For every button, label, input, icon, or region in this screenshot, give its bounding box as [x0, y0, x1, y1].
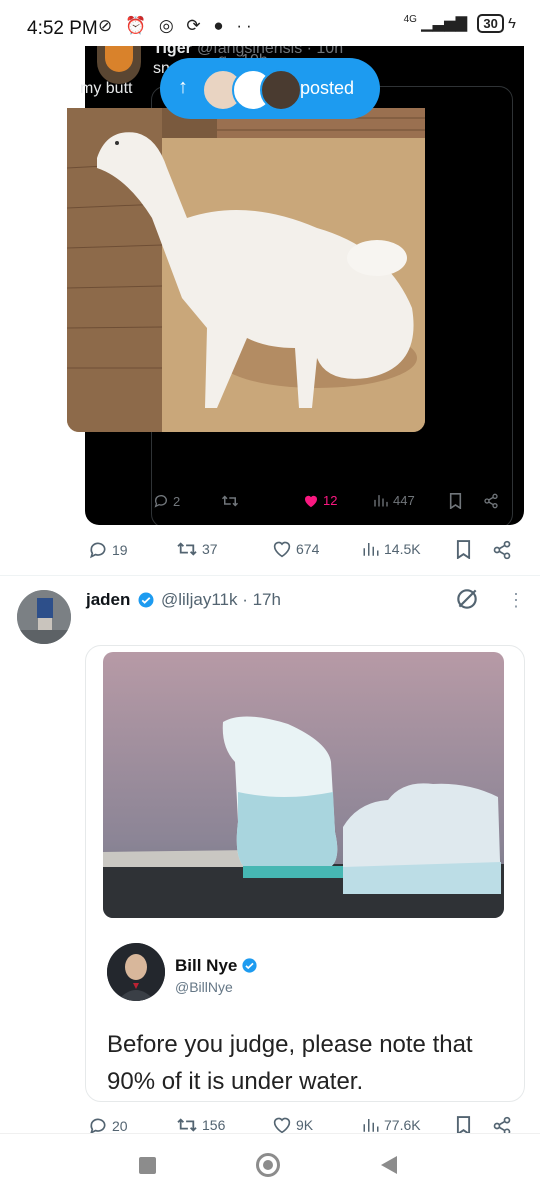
- home-button[interactable]: [256, 1153, 280, 1177]
- quoted-share-button[interactable]: [483, 493, 499, 509]
- tweet1-repost-count: 37: [202, 541, 218, 557]
- status-bar: 4:52 PM ⊘ ⏰ ◎ ⟳ ● ·· 4G ▁▃▅▇ 30 ϟ: [0, 0, 540, 46]
- charging-icon: ϟ: [508, 15, 516, 32]
- views-icon: [374, 495, 388, 507]
- tweet2-like-button[interactable]: 9K: [272, 1116, 313, 1134]
- reply-icon: [89, 542, 106, 559]
- tweet1-views-count: 14.5K: [384, 541, 421, 557]
- quoted-views-count: 447: [393, 493, 415, 508]
- tweet1-like-count: 674: [296, 541, 320, 557]
- share-icon: [493, 540, 511, 560]
- arrow-up-icon: ↑: [178, 76, 188, 98]
- recents-button[interactable]: [139, 1157, 156, 1174]
- verified-badge-icon: [138, 592, 154, 608]
- repost-icon: [177, 1118, 197, 1132]
- battery-icon: 30: [477, 14, 504, 33]
- views-icon: [363, 543, 379, 556]
- back-button[interactable]: [381, 1156, 397, 1174]
- jaden-avatar[interactable]: [17, 590, 71, 644]
- more-options-icon[interactable]: ⋮: [507, 590, 525, 611]
- tweet2-views-button[interactable]: 77.6K: [362, 1116, 421, 1134]
- reply-icon: [154, 495, 167, 508]
- tweet1-repost-button[interactable]: 37: [176, 540, 218, 558]
- repost-icon: [221, 495, 239, 507]
- embedded-author-name: Bill Nye: [175, 956, 238, 975]
- bookmark-icon: [456, 540, 471, 559]
- quoted-tweet-actions: 2 12 447: [153, 493, 503, 513]
- tweet2-author-handle: @liljay11k · 17h: [161, 590, 281, 609]
- heart-icon: [273, 541, 291, 558]
- tweet1-views-button[interactable]: 14.5K: [362, 540, 421, 558]
- tweet2-repost-count: 156: [202, 1117, 226, 1133]
- tweet2-like-count: 9K: [296, 1117, 314, 1133]
- heart-icon: [273, 1117, 291, 1134]
- tweet1-share-button[interactable]: [492, 540, 512, 560]
- quoted-views-button[interactable]: 447: [373, 493, 415, 508]
- bookmark-icon: [449, 493, 462, 509]
- repost-icon: [177, 542, 197, 556]
- signal-icon: ▁▃▅▇: [421, 15, 468, 32]
- bill-nye-avatar: [107, 943, 165, 1001]
- embedded-author-handle: @BillNye: [175, 979, 233, 995]
- quoted-like-count: 12: [323, 493, 338, 508]
- poster-avatar-3: [260, 69, 302, 111]
- notification-icons: ⊘ ⏰ ◎ ⟳ ● ··: [98, 16, 256, 35]
- views-icon: [363, 1119, 379, 1132]
- network-label: 4G: [403, 14, 417, 25]
- posted-label: posted: [300, 78, 355, 98]
- status-time: 4:52 PM: [27, 18, 98, 39]
- quoted-reply-count: 2: [173, 493, 181, 509]
- tweet1-bookmark-button[interactable]: [456, 540, 471, 559]
- embedded-tweet-text: Before you judge, please note that 90% o…: [107, 1031, 473, 1095]
- sheep-photo[interactable]: [67, 108, 425, 432]
- tweet1-reply-count: 19: [112, 542, 128, 558]
- heart-filled-icon: [305, 495, 317, 508]
- share-icon: [484, 493, 498, 509]
- iceberg-photo[interactable]: [103, 652, 504, 918]
- tweet1-reply-button[interactable]: 19: [88, 540, 128, 560]
- tiger-avatar[interactable]: [97, 46, 141, 84]
- quoted-reply-button[interactable]: 2: [153, 493, 180, 509]
- tweet2-views-count: 77.6K: [384, 1117, 421, 1133]
- tweet1-like-button[interactable]: 674: [272, 540, 319, 558]
- quoted-like-button[interactable]: 12: [303, 493, 337, 508]
- quoted-bookmark-button[interactable]: [449, 493, 462, 509]
- verified-badge-icon: [242, 958, 257, 973]
- quoted-repost-button[interactable]: [221, 493, 239, 509]
- tweet2-repost-button[interactable]: 156: [176, 1116, 225, 1134]
- tweet1-actions: 19 37 674 14.5K: [88, 540, 518, 562]
- tweet2-author-name[interactable]: jaden: [86, 590, 130, 610]
- tweet2-reply-count: 20: [112, 1118, 128, 1134]
- inner-quote-text: my butt: [80, 80, 133, 97]
- grok-icon[interactable]: [454, 586, 480, 612]
- quoted-author-name[interactable]: Tiger: [153, 46, 192, 58]
- system-indicators: 4G ▁▃▅▇ 30 ϟ: [404, 14, 516, 33]
- tweet-divider: [0, 575, 540, 576]
